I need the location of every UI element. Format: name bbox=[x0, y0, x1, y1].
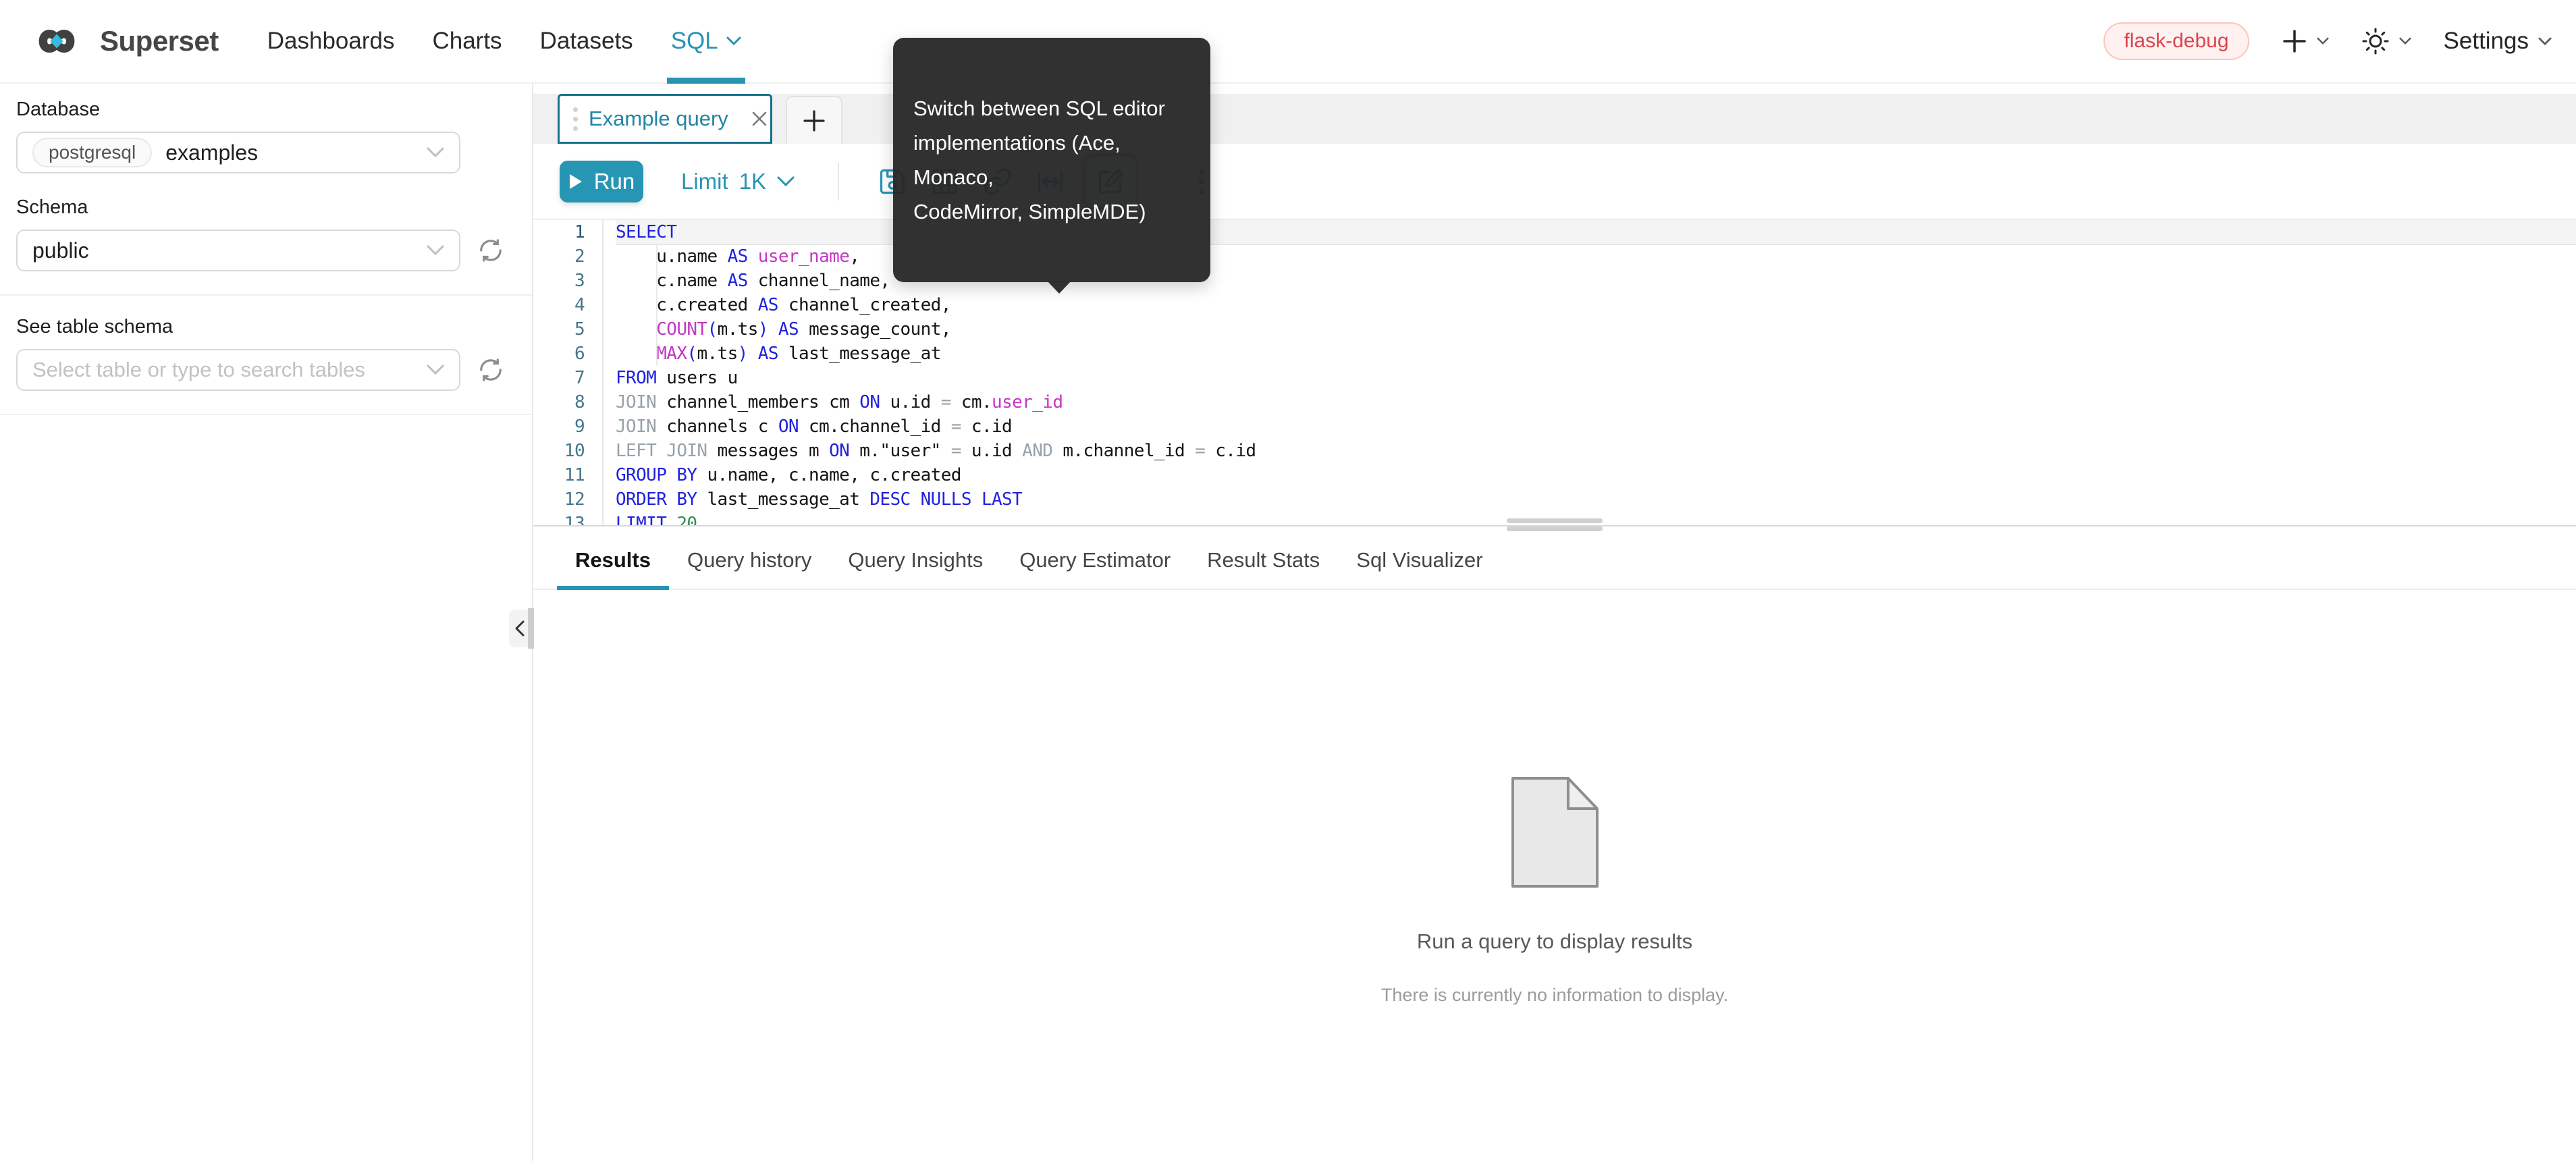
superset-logo-icon bbox=[24, 22, 89, 61]
chevron-down-icon bbox=[2317, 37, 2329, 45]
refresh-tables-icon[interactable] bbox=[478, 357, 504, 383]
results-tabbar: Results Query history Query Insights Que… bbox=[533, 537, 2576, 590]
code-line: GROUP BY u.name, c.name, c.created bbox=[616, 463, 2576, 487]
limit-value: 1K bbox=[739, 169, 766, 194]
chevron-down-icon bbox=[2399, 37, 2411, 45]
row-limit-dropdown[interactable]: Limit 1K bbox=[681, 169, 795, 194]
line-number: 6 bbox=[533, 342, 602, 366]
nav-item-dashboards[interactable]: Dashboards bbox=[248, 0, 414, 82]
tab-query-insights[interactable]: Query Insights bbox=[830, 548, 1001, 590]
new-tab-button[interactable] bbox=[786, 96, 842, 144]
tab-sql-visualizer[interactable]: Sql Visualizer bbox=[1338, 548, 1501, 590]
empty-document-icon bbox=[1511, 776, 1599, 888]
nav-item-datasets[interactable]: Datasets bbox=[521, 0, 652, 82]
chevron-down-icon bbox=[726, 36, 741, 46]
navbar-right-cluster: flask-debug bbox=[2103, 22, 2552, 60]
top-navbar: Superset Dashboards Charts Datasets SQL … bbox=[0, 0, 2576, 84]
sql-code-editor[interactable]: 12345678910111213 SELECT u.name AS user_… bbox=[533, 219, 2576, 525]
main-nav: Dashboards Charts Datasets SQL bbox=[248, 0, 760, 82]
chevron-down-icon bbox=[2538, 37, 2552, 46]
superset-logo[interactable]: Superset bbox=[24, 22, 219, 61]
code-line: LEFT JOIN messages m ON m."user" = u.id … bbox=[616, 439, 2576, 463]
indent-guide bbox=[656, 244, 658, 366]
line-number: 4 bbox=[533, 293, 602, 317]
nav-item-charts[interactable]: Charts bbox=[413, 0, 520, 82]
editor-switch-tooltip: Switch between SQL editor implementation… bbox=[893, 38, 1210, 282]
empty-state-title: Run a query to display results bbox=[533, 929, 2576, 954]
nav-item-sql[interactable]: SQL bbox=[652, 0, 760, 82]
code-line: MAX(m.ts) AS last_message_at bbox=[616, 342, 2576, 366]
line-number: 7 bbox=[533, 366, 602, 390]
sidebar-divider bbox=[0, 414, 532, 415]
line-number: 8 bbox=[533, 390, 602, 414]
close-tab-icon[interactable] bbox=[750, 109, 769, 128]
editor-tab-label: Example query bbox=[589, 107, 728, 131]
table-select-placeholder: Select table or type to search tables bbox=[32, 358, 365, 382]
chevron-down-icon bbox=[427, 147, 444, 158]
drag-handle-icon[interactable] bbox=[573, 107, 578, 131]
line-number: 10 bbox=[533, 439, 602, 463]
results-empty-state: Run a query to display results There is … bbox=[533, 776, 2576, 1006]
line-number: 11 bbox=[533, 463, 602, 487]
refresh-schemas-icon[interactable] bbox=[478, 238, 504, 263]
toolbar-divider bbox=[838, 163, 839, 200]
tab-query-history[interactable]: Query history bbox=[669, 548, 830, 590]
code-line: FROM users u bbox=[616, 366, 2576, 390]
run-query-button[interactable]: Run bbox=[560, 161, 643, 202]
settings-menu[interactable]: Settings bbox=[2444, 28, 2552, 55]
code-line: JOIN channels c ON cm.channel_id = c.id bbox=[616, 414, 2576, 439]
line-number: 12 bbox=[533, 487, 602, 512]
sidebar-divider bbox=[0, 294, 532, 296]
tab-query-estimator[interactable]: Query Estimator bbox=[1001, 548, 1189, 590]
environment-badge: flask-debug bbox=[2103, 22, 2249, 60]
schema-label: Schema bbox=[16, 196, 516, 219]
code-line: JOIN channel_members cm ON u.id = cm.use… bbox=[616, 390, 2576, 414]
code-line: c.created AS channel_created, bbox=[616, 293, 2576, 317]
resize-grip[interactable] bbox=[1507, 518, 1603, 536]
new-item-menu[interactable] bbox=[2282, 28, 2329, 54]
chevron-down-icon bbox=[427, 364, 444, 375]
line-number: 13 bbox=[533, 512, 602, 525]
database-label: Database bbox=[16, 99, 516, 121]
chevron-down-icon bbox=[777, 176, 795, 187]
brand-name: Superset bbox=[100, 25, 219, 57]
sun-icon bbox=[2361, 27, 2390, 55]
sql-gutter: 12345678910111213 bbox=[533, 220, 603, 525]
tooltip-arrow bbox=[1048, 281, 1071, 294]
sidebar-scrollbar-thumb[interactable] bbox=[528, 608, 534, 649]
schema-value: public bbox=[32, 238, 89, 263]
database-value: examples bbox=[165, 140, 258, 165]
tab-results[interactable]: Results bbox=[557, 548, 669, 590]
tooltip-text: Switch between SQL editor implementation… bbox=[913, 97, 1165, 223]
line-number: 3 bbox=[533, 269, 602, 293]
sql-lab-screen: Superset Dashboards Charts Datasets SQL … bbox=[0, 0, 2576, 1161]
table-schema-label: See table schema bbox=[16, 316, 516, 338]
plus-icon bbox=[2282, 28, 2307, 54]
play-icon bbox=[568, 173, 583, 190]
settings-label: Settings bbox=[2444, 28, 2529, 55]
empty-state-subtitle: There is currently no information to dis… bbox=[533, 985, 2576, 1006]
tab-result-stats[interactable]: Result Stats bbox=[1189, 548, 1338, 590]
limit-label: Limit bbox=[681, 169, 728, 194]
database-engine-pill: postgresql bbox=[32, 138, 152, 167]
sqllab-left-panel: Database postgresql examples Schema publ… bbox=[0, 84, 533, 1161]
code-line: ORDER BY last_message_at DESC NULLS LAST bbox=[616, 487, 2576, 512]
line-number: 5 bbox=[533, 317, 602, 342]
line-number: 1 bbox=[533, 220, 602, 244]
schema-select[interactable]: public bbox=[16, 230, 460, 271]
line-number: 9 bbox=[533, 414, 602, 439]
theme-toggle-menu[interactable] bbox=[2361, 27, 2411, 55]
editor-tab-example-query[interactable]: Example query bbox=[558, 94, 772, 144]
line-number: 2 bbox=[533, 244, 602, 269]
editor-tabstrip: Example query bbox=[533, 94, 2576, 144]
code-line: COUNT(m.ts) AS message_count, bbox=[616, 317, 2576, 342]
table-select[interactable]: Select table or type to search tables bbox=[16, 349, 460, 391]
sql-editor-pane: Example query Run Limit 1K bbox=[533, 84, 2576, 1161]
chevron-down-icon bbox=[427, 245, 444, 256]
database-select[interactable]: postgresql examples bbox=[16, 132, 460, 173]
